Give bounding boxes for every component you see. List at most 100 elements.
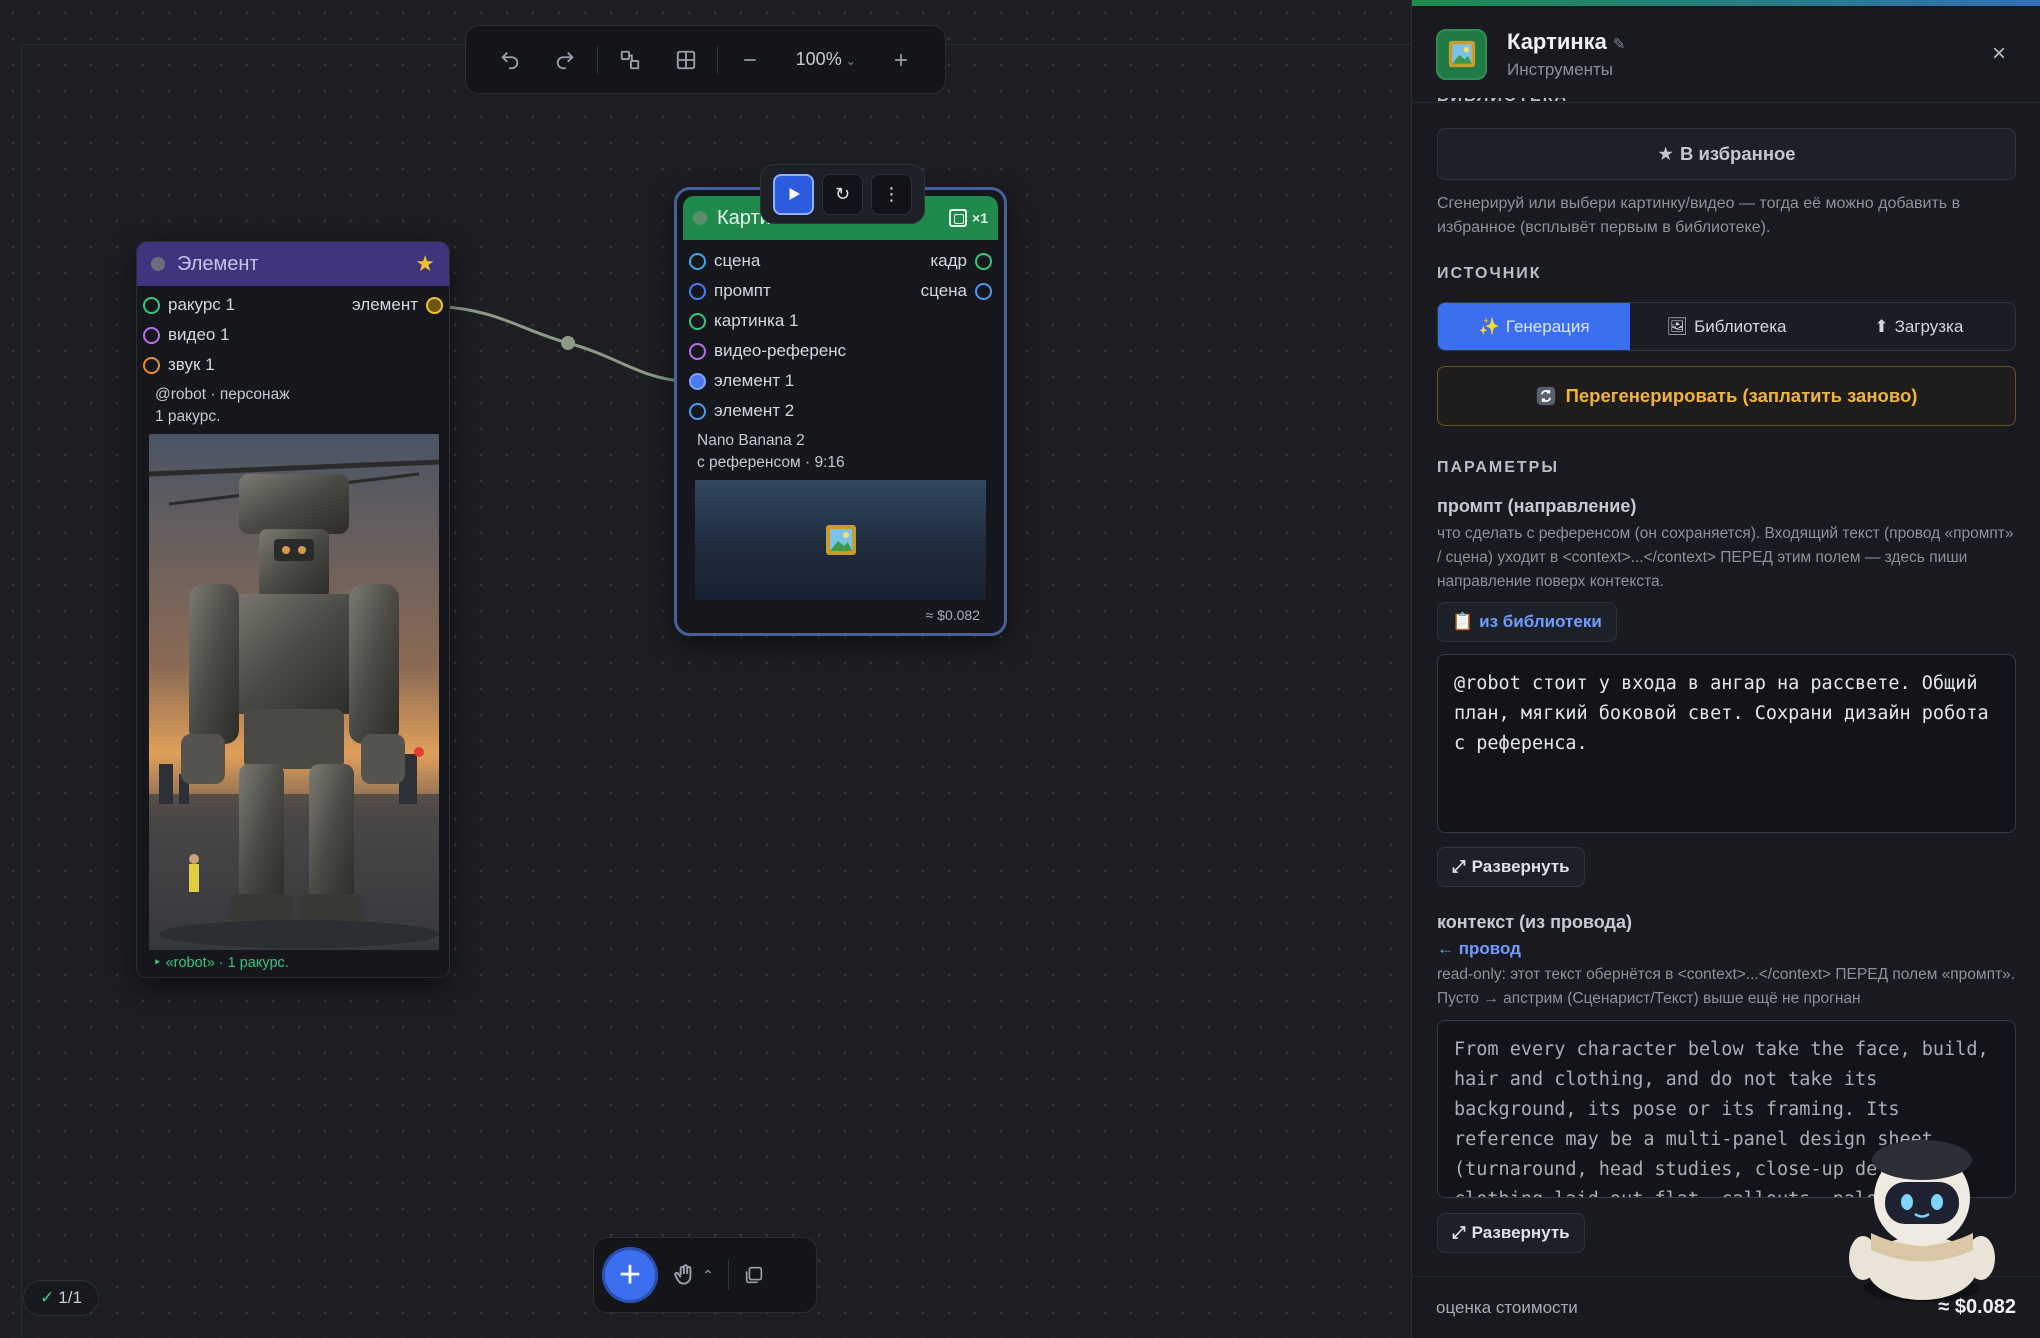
output-port[interactable] <box>426 296 443 314</box>
regenerate-button[interactable]: Перегенерировать (заплатить заново) <box>1437 366 2016 426</box>
plus-icon <box>895 53 908 66</box>
star-icon[interactable]: ★ <box>415 251 435 277</box>
zoom-dropdown[interactable]: 100% ⌄ <box>778 49 873 70</box>
port-row: видео-референс <box>683 336 998 366</box>
input-port[interactable] <box>689 312 706 330</box>
favorites-label: В избранное <box>1680 143 1796 164</box>
redo-button[interactable] <box>538 37 594 83</box>
expand-icon: ⤢ <box>1452 857 1466 876</box>
picture-tool-icon <box>1436 28 1487 80</box>
refresh-button[interactable]: ↻ <box>822 173 863 215</box>
model-name: Nano Banana 2 <box>697 432 805 449</box>
zoom-in-button[interactable] <box>873 37 929 83</box>
picture-icon: 🖼 <box>1666 316 1689 336</box>
note-line: @robot · персонаж <box>155 386 290 403</box>
port-label: видео 1 <box>168 325 230 344</box>
tab-library[interactable]: 🖼 Библиотека <box>1630 303 1822 350</box>
add-to-favorites-button[interactable]: ★ В избранное <box>1437 128 2016 180</box>
node-canvas[interactable]: 100% ⌄ Элемент ★ ракурс 1 элемент видео 1 <box>0 0 1411 1338</box>
status-pill[interactable]: ✓ 1/1 <box>23 1280 99 1316</box>
expand-context-button[interactable]: ⤢ Развернуть <box>1437 1213 1585 1253</box>
port-label: сцена <box>714 251 761 270</box>
input-port[interactable] <box>143 356 160 374</box>
status-dot <box>693 211 707 225</box>
chevron-up-icon: ⌃ <box>702 1266 714 1283</box>
input-port[interactable] <box>689 342 706 360</box>
input-port[interactable] <box>143 296 160 314</box>
grid-button[interactable] <box>658 37 714 83</box>
node-price: ≈ $0.082 <box>925 607 980 623</box>
expand-label: Развернуть <box>1471 857 1570 876</box>
chevron-down-icon: ⌄ <box>845 54 856 68</box>
layers-button[interactable] <box>743 1264 765 1286</box>
from-library-label: из библиотеки <box>1479 612 1602 631</box>
input-port[interactable] <box>143 326 160 344</box>
port-label: элемент 1 <box>714 371 795 390</box>
panel-title-text: Картинка <box>1507 28 1607 54</box>
more-button[interactable]: ⋮ <box>871 173 912 215</box>
note-line: 1 ракурс. <box>155 408 221 425</box>
arrange-button[interactable] <box>602 37 658 83</box>
panel-title[interactable]: Картинка ✎ <box>1507 29 1982 55</box>
context-hint: read-only: этот текст обернётся в <conte… <box>1437 966 2016 1007</box>
from-library-button[interactable]: 📋 из библиотеки <box>1437 602 1617 642</box>
canvas-toolbar: 100% ⌄ <box>465 25 946 94</box>
wire-link[interactable]: ← провод <box>1437 939 2016 959</box>
input-port[interactable] <box>689 252 706 270</box>
grid-icon <box>676 50 695 69</box>
clipboard-icon: 📋 <box>1452 612 1474 631</box>
edit-pencil-icon[interactable]: ✎ <box>1613 36 1626 53</box>
port-label: элемент <box>352 295 418 314</box>
minus-icon <box>744 58 757 61</box>
copy-icon <box>949 209 968 227</box>
copies-badge[interactable]: ×1 <box>949 209 988 227</box>
element-node-header[interactable]: Элемент ★ <box>137 242 449 286</box>
port-row: видео 1 <box>137 320 449 350</box>
port-label: ракурс 1 <box>168 295 235 314</box>
params-section-label: ПАРАМЕТРЫ <box>1437 459 1559 476</box>
element-node[interactable]: Элемент ★ ракурс 1 элемент видео 1 звук … <box>136 241 450 978</box>
prompt-textarea[interactable]: @robot стоит у входа в ангар на рассвете… <box>1437 654 2016 833</box>
regenerate-icon <box>1536 386 1555 406</box>
status-dot <box>151 257 165 271</box>
picture-preview[interactable] <box>695 480 986 600</box>
picture-node[interactable]: Картинка ×1 сцена кадр промпт сцена карт… <box>674 187 1007 636</box>
input-port-connected[interactable] <box>689 372 706 390</box>
upload-icon: ⬆ <box>1874 316 1889 336</box>
expand-prompt-button[interactable]: ⤢ Развернуть <box>1437 847 1585 887</box>
undo-icon <box>501 51 518 69</box>
hand-tool-button[interactable]: ⌃ <box>672 1262 714 1288</box>
robot-reference-image[interactable] <box>149 434 439 950</box>
sparkles-icon: ✨ <box>1478 316 1500 336</box>
input-port[interactable] <box>689 402 706 420</box>
picture-placeholder-icon <box>825 525 856 555</box>
output-port[interactable] <box>975 252 992 270</box>
assistant-mascot[interactable] <box>1843 1138 2001 1303</box>
prompt-field-label: промпт (направление) <box>1437 496 1637 516</box>
run-button[interactable] <box>773 173 814 215</box>
input-port[interactable] <box>689 282 706 300</box>
port-label: кадр <box>930 251 967 270</box>
panel-header: Картинка ✎ Инструменты × <box>1412 6 2040 103</box>
tab-generation[interactable]: ✨ Генерация <box>1438 303 1631 350</box>
zoom-out-button[interactable] <box>722 37 778 83</box>
regenerate-label: Перегенерировать (заплатить заново) <box>1565 385 1918 406</box>
element-node-title: Элемент <box>177 252 259 275</box>
tab-upload[interactable]: ⬆ Загрузка <box>1823 303 2015 350</box>
tab-label: Библиотека <box>1694 316 1787 336</box>
add-node-button[interactable]: + <box>602 1247 658 1303</box>
output-port[interactable] <box>975 282 992 300</box>
favorites-hint: Сгенерируй или выбери картинку/видео — т… <box>1437 195 1961 236</box>
model-mode: с референсом · 9:16 <box>697 454 845 471</box>
tab-label: Генерация <box>1505 316 1590 336</box>
port-row: ракурс 1 элемент <box>137 290 449 320</box>
close-panel-button[interactable]: × <box>1982 40 2016 68</box>
element-footer-tag[interactable]: ‣ «robot» · 1 ракурс. <box>153 955 289 971</box>
play-icon <box>789 188 800 200</box>
element-note: @robot · персонаж 1 ракурс. <box>137 380 449 428</box>
port-label: видео-референс <box>714 341 847 360</box>
undo-button[interactable] <box>482 37 538 83</box>
wire-midpoint-handle[interactable] <box>561 336 575 350</box>
more-vertical-icon: ⋮ <box>882 183 901 204</box>
port-label: картинка 1 <box>714 311 799 330</box>
